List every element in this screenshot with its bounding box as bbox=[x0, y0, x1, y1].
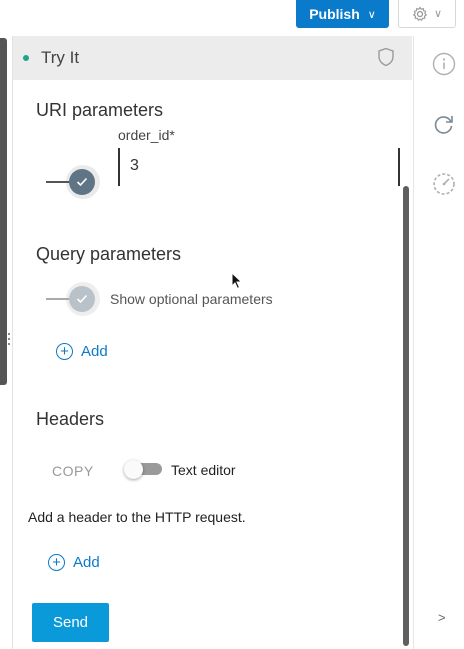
shield-icon[interactable] bbox=[377, 47, 395, 67]
resize-handle[interactable] bbox=[8, 333, 11, 347]
send-button[interactable]: Send bbox=[32, 603, 109, 642]
copy-button[interactable]: COPY bbox=[52, 463, 94, 479]
settings-button[interactable]: ∨ bbox=[398, 0, 456, 28]
check-icon bbox=[69, 286, 95, 312]
left-scrollbar[interactable] bbox=[0, 38, 7, 385]
add-query-param-button[interactable]: + Add bbox=[56, 343, 108, 360]
order-id-input[interactable] bbox=[120, 148, 390, 184]
panel-border bbox=[12, 36, 13, 649]
add-label: Add bbox=[73, 554, 100, 571]
check-icon bbox=[69, 169, 95, 195]
chevron-down-icon: ∨ bbox=[367, 8, 376, 21]
panel-scrollbar[interactable] bbox=[403, 186, 409, 646]
publish-button[interactable]: Publish ∨ bbox=[296, 0, 389, 28]
expand-rail-button[interactable]: > bbox=[438, 610, 446, 625]
publish-label: Publish bbox=[309, 6, 360, 22]
mouse-cursor-icon bbox=[231, 272, 243, 290]
headers-hint: Add a header to the HTTP request. bbox=[28, 509, 246, 525]
status-dot bbox=[23, 55, 29, 61]
order-id-field[interactable] bbox=[118, 148, 400, 186]
uri-param-toggle[interactable] bbox=[36, 165, 100, 199]
order-id-label: order_id* bbox=[118, 127, 175, 143]
text-editor-label: Text editor bbox=[171, 462, 236, 478]
panel-title: Try It bbox=[41, 48, 80, 67]
query-parameters-title: Query parameters bbox=[36, 244, 182, 264]
plus-circle-icon: + bbox=[48, 554, 65, 571]
gear-icon bbox=[412, 6, 428, 21]
uri-parameters-title: URI parameters bbox=[36, 100, 164, 120]
add-label: Add bbox=[81, 343, 108, 360]
info-icon[interactable] bbox=[431, 51, 457, 77]
plus-circle-icon: + bbox=[56, 343, 73, 360]
gauge-icon[interactable] bbox=[431, 171, 457, 197]
text-editor-toggle[interactable] bbox=[124, 460, 164, 480]
show-optional-toggle[interactable] bbox=[36, 282, 100, 316]
try-it-icon[interactable] bbox=[431, 111, 457, 137]
headers-title: Headers bbox=[36, 409, 105, 429]
rail-divider bbox=[413, 36, 414, 649]
add-header-button[interactable]: + Add bbox=[48, 554, 100, 571]
show-optional-label: Show optional parameters bbox=[110, 291, 273, 307]
panel-header: Try It bbox=[13, 36, 412, 80]
top-bar: Publish ∨ ∨ bbox=[0, 0, 464, 36]
chevron-down-icon: ∨ bbox=[433, 8, 443, 20]
